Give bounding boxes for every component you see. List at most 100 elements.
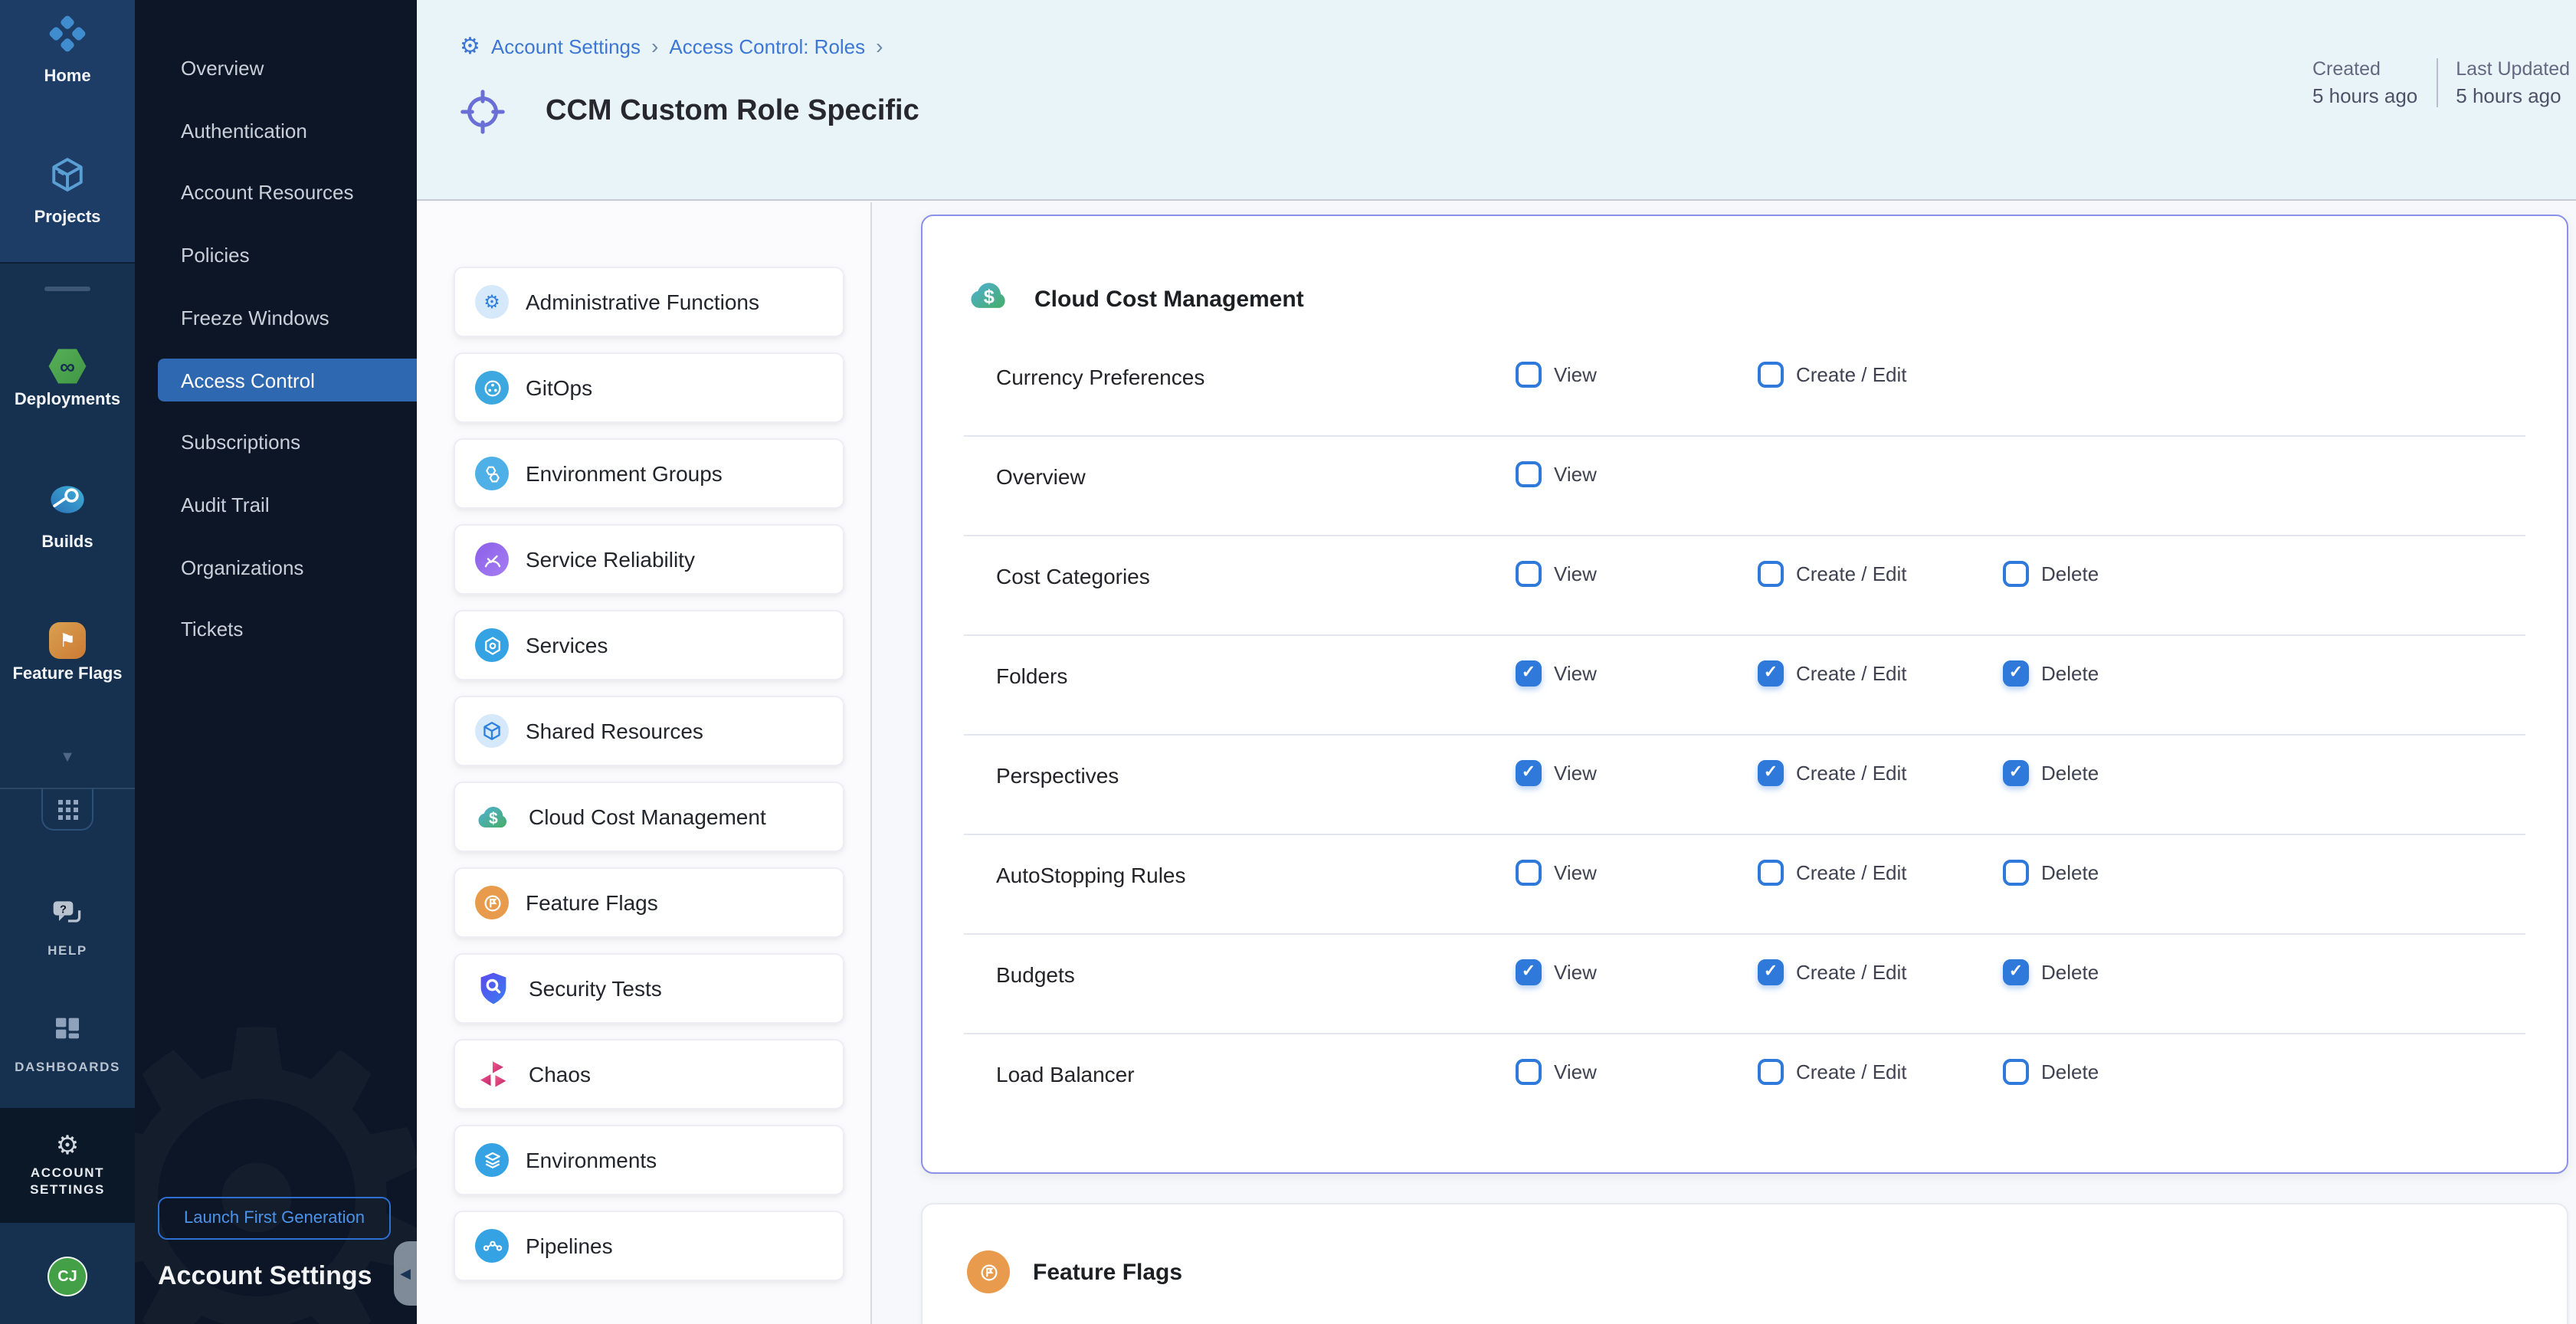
nav-item-access-control[interactable]: Access Control: [135, 349, 417, 411]
checkbox[interactable]: [2003, 1059, 2029, 1085]
permission-row-autostopping-rules: AutoStopping RulesViewCreate / EditDelet…: [923, 834, 2567, 933]
nav-item-audit-trail[interactable]: Audit Trail: [135, 474, 417, 536]
checkbox[interactable]: ✓: [1758, 959, 1784, 985]
resource-item-security-tests[interactable]: Security Tests: [454, 953, 844, 1024]
permission-perspectives-delete[interactable]: ✓Delete: [2003, 760, 2099, 786]
checkbox[interactable]: ✓: [2003, 760, 2029, 786]
resource-item-services[interactable]: Services: [454, 610, 844, 680]
dashboards-icon: [52, 1013, 83, 1051]
resource-item-pipelines[interactable]: Pipelines: [454, 1211, 844, 1281]
permission-autostopping-rules-create-edit[interactable]: Create / Edit: [1758, 860, 1907, 886]
created-label: Created: [2312, 58, 2417, 80]
gitops-icon: [475, 371, 509, 405]
rail-item-help[interactable]: ?HELP: [0, 898, 135, 959]
nav-item-policies[interactable]: Policies: [135, 224, 417, 287]
checkbox[interactable]: [1516, 362, 1542, 388]
nav-item-freeze-windows[interactable]: Freeze Windows: [135, 287, 417, 349]
nav-item-subscriptions[interactable]: Subscriptions: [135, 411, 417, 474]
resource-item-shared-resources[interactable]: Shared Resources: [454, 696, 844, 766]
rail-item-feature-flags[interactable]: ⚑Feature Flags: [0, 622, 135, 683]
environments-icon: [475, 1143, 509, 1177]
permission-overview-view[interactable]: View: [1516, 461, 1597, 487]
security-shield-icon: [475, 970, 512, 1007]
checkbox[interactable]: [1516, 461, 1542, 487]
nav-item-organizations[interactable]: Organizations: [135, 536, 417, 598]
checkbox[interactable]: [2003, 860, 2029, 886]
checkbox[interactable]: [1758, 561, 1784, 587]
permission-row-load-balancer: Load BalancerViewCreate / EditDelete: [923, 1033, 2567, 1132]
rail-item-builds[interactable]: Builds: [0, 480, 135, 552]
permission-folders-create-edit[interactable]: ✓Create / Edit: [1758, 660, 1907, 687]
checkbox[interactable]: [1516, 561, 1542, 587]
resource-item-administrative-functions[interactable]: ⚙Administrative Functions: [454, 267, 844, 337]
launch-first-generation-button[interactable]: Launch First Generation: [158, 1197, 391, 1240]
resource-item-environment-groups[interactable]: Environment Groups: [454, 438, 844, 509]
permission-load-balancer-delete[interactable]: Delete: [2003, 1059, 2099, 1085]
checkbox[interactable]: ✓: [1516, 760, 1542, 786]
permission-budgets-create-edit[interactable]: ✓Create / Edit: [1758, 959, 1907, 985]
nav-item-account-resources[interactable]: Account Resources: [135, 162, 417, 224]
permission-autostopping-rules-view[interactable]: View: [1516, 860, 1597, 886]
checkbox[interactable]: ✓: [2003, 660, 2029, 687]
nav-item-overview[interactable]: Overview: [135, 37, 417, 100]
permission-row-cost-categories: Cost CategoriesViewCreate / EditDelete: [923, 535, 2567, 634]
module-grid-button[interactable]: [41, 788, 93, 831]
permission-currency-preferences-view[interactable]: View: [1516, 362, 1597, 388]
checkbox[interactable]: [1758, 1059, 1784, 1085]
resource-item-cloud-cost-management[interactable]: $Cloud Cost Management: [454, 782, 844, 852]
permission-row-budgets: Budgets✓View✓Create / Edit✓Delete: [923, 933, 2567, 1033]
checkbox[interactable]: [1516, 860, 1542, 886]
resource-item-chaos[interactable]: Chaos: [454, 1039, 844, 1109]
resource-item-gitops[interactable]: GitOps: [454, 352, 844, 423]
permission-cost-categories-create-edit[interactable]: Create / Edit: [1758, 561, 1907, 587]
ccm-permissions-panel: $ Cloud Cost Management Currency Prefere…: [921, 215, 2568, 1174]
permission-cost-categories-delete[interactable]: Delete: [2003, 561, 2099, 587]
resource-category-list: ⚙Administrative Functions GitOps Environme…: [417, 202, 872, 1324]
checkbox[interactable]: ✓: [1758, 660, 1784, 687]
checkbox[interactable]: ✓: [1516, 660, 1542, 687]
created-value: 5 hours ago: [2312, 84, 2417, 107]
checkbox[interactable]: [2003, 561, 2029, 587]
permission-folders-delete[interactable]: ✓Delete: [2003, 660, 2099, 687]
breadcrumb-separator: ›: [651, 34, 658, 58]
permission-budgets-delete[interactable]: ✓Delete: [2003, 959, 2099, 985]
permission-autostopping-rules-delete[interactable]: Delete: [2003, 860, 2099, 886]
checkbox[interactable]: ✓: [1758, 760, 1784, 786]
rail-item-dashboards[interactable]: DASHBOARDS: [0, 1013, 135, 1076]
permission-budgets-view[interactable]: ✓View: [1516, 959, 1597, 985]
resource-item-service-reliability[interactable]: Service Reliability: [454, 524, 844, 595]
chaos-icon: [475, 1056, 512, 1093]
breadcrumb-link-account-settings[interactable]: Account Settings: [491, 34, 641, 57]
environment-groups-icon: [475, 457, 509, 490]
permission-rows: Currency PreferencesViewCreate / EditOve…: [923, 336, 2567, 1132]
checkbox[interactable]: ✓: [1516, 959, 1542, 985]
chevron-down-icon[interactable]: ▼: [0, 749, 135, 766]
permission-currency-preferences-create-edit[interactable]: Create / Edit: [1758, 362, 1907, 388]
service-reliability-icon: [475, 542, 509, 576]
content-area: ⚙Account Settings›Access Control: Roles›…: [417, 0, 2576, 1324]
permission-perspectives-view[interactable]: ✓View: [1516, 760, 1597, 786]
rail-item-deployments[interactable]: ∞Deployments: [0, 348, 135, 409]
permission-perspectives-create-edit[interactable]: ✓Create / Edit: [1758, 760, 1907, 786]
breadcrumb-link-access-control-roles[interactable]: Access Control: Roles: [669, 34, 865, 57]
breadcrumb: ⚙Account Settings›Access Control: Roles›: [460, 34, 883, 58]
nav-item-authentication[interactable]: Authentication: [135, 99, 417, 162]
cube-icon: [48, 155, 87, 202]
avatar[interactable]: CJ: [48, 1257, 87, 1296]
checkbox[interactable]: [1516, 1059, 1542, 1085]
rail-item-account-settings[interactable]: ⚙ ACCOUNT SETTINGS: [0, 1108, 135, 1223]
checkbox[interactable]: [1758, 362, 1784, 388]
permission-load-balancer-create-edit[interactable]: Create / Edit: [1758, 1059, 1907, 1085]
rail-item-home[interactable]: Home: [0, 14, 135, 86]
sidenav-collapse-handle[interactable]: ◀: [394, 1241, 417, 1306]
nav-item-tickets[interactable]: Tickets: [135, 598, 417, 661]
permission-folders-view[interactable]: ✓View: [1516, 660, 1597, 687]
checkbox[interactable]: [1758, 860, 1784, 886]
rail-item-projects[interactable]: Projects: [0, 155, 135, 227]
permission-cost-categories-view[interactable]: View: [1516, 561, 1597, 587]
rail-item-label: ACCOUNT SETTINGS: [14, 1165, 121, 1198]
resource-item-feature-flags[interactable]: Feature Flags: [454, 867, 844, 938]
permission-load-balancer-view[interactable]: View: [1516, 1059, 1597, 1085]
checkbox[interactable]: ✓: [2003, 959, 2029, 985]
resource-item-environments[interactable]: Environments: [454, 1125, 844, 1195]
